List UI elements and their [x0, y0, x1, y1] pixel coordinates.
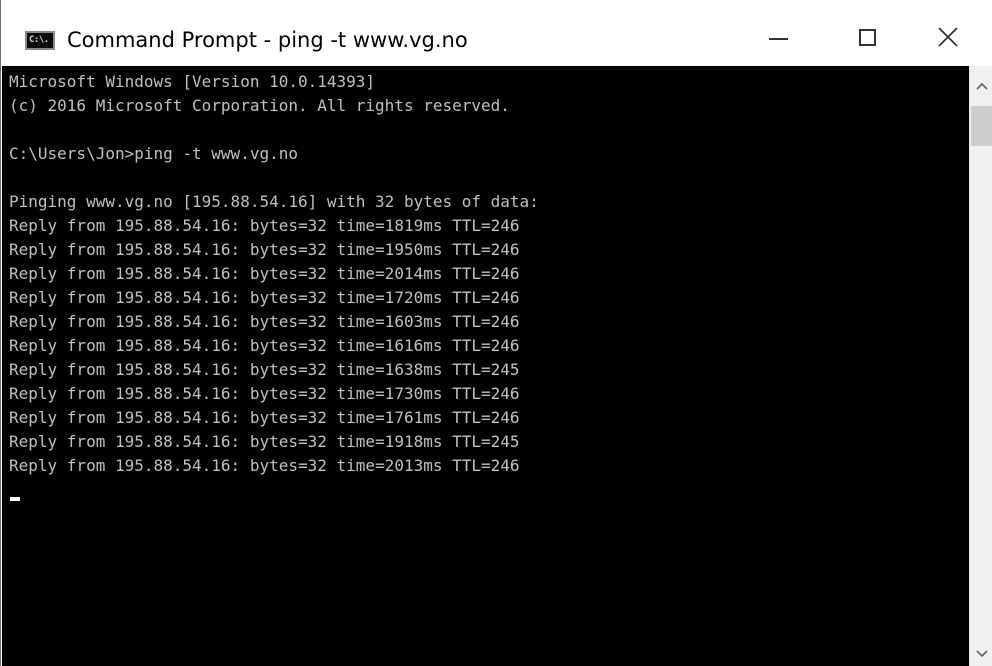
console-line: Reply from 195.88.54.16: bytes=32 time=1… [9, 384, 520, 403]
minimize-button[interactable] [734, 0, 822, 74]
command-prompt-icon[interactable]: C:\. [25, 31, 55, 50]
vertical-scrollbar[interactable] [969, 66, 992, 666]
console-line: Reply from 195.88.54.16: bytes=32 time=1… [9, 432, 520, 451]
maximize-icon [858, 28, 876, 46]
console-line: Reply from 195.88.54.16: bytes=32 time=1… [9, 288, 520, 307]
console-line: C:\Users\Jon>ping -t www.vg.no [9, 144, 298, 163]
console-line: Reply from 195.88.54.16: bytes=32 time=2… [9, 456, 520, 475]
minimize-icon [768, 38, 788, 40]
close-icon [938, 27, 958, 47]
console-line: Microsoft Windows [Version 10.0.14393] [9, 72, 376, 91]
console-line: Pinging www.vg.no [195.88.54.16] with 32… [9, 192, 539, 211]
title-bar[interactable]: C:\. Command Prompt - ping -t www.vg.no [1, 0, 992, 74]
app-icon-label: C:\. [29, 35, 49, 45]
console-line: (c) 2016 Microsoft Corporation. All righ… [9, 96, 510, 115]
text-cursor [10, 497, 20, 501]
scroll-up-button[interactable] [970, 66, 992, 106]
console-line: Reply from 195.88.54.16: bytes=32 time=1… [9, 360, 520, 379]
window-title: Command Prompt - ping -t www.vg.no [67, 28, 468, 52]
close-button[interactable] [904, 0, 992, 74]
console-line: Reply from 195.88.54.16: bytes=32 time=1… [9, 216, 520, 235]
console-line: Reply from 195.88.54.16: bytes=32 time=1… [9, 408, 520, 427]
console-text: Microsoft Windows [Version 10.0.14393] (… [9, 70, 539, 478]
chevron-up-icon [975, 82, 988, 90]
scroll-down-button[interactable] [970, 642, 992, 666]
scrollbar-thumb[interactable] [971, 106, 992, 146]
maximize-button[interactable] [823, 0, 911, 74]
console-line: Reply from 195.88.54.16: bytes=32 time=1… [9, 336, 520, 355]
console-line: Reply from 195.88.54.16: bytes=32 time=1… [9, 240, 520, 259]
console-line: Reply from 195.88.54.16: bytes=32 time=1… [9, 312, 520, 331]
console-line: Reply from 195.88.54.16: bytes=32 time=2… [9, 264, 520, 283]
console-output-area[interactable]: Microsoft Windows [Version 10.0.14393] (… [2, 66, 969, 666]
command-prompt-window: C:\. Command Prompt - ping -t www.vg.no … [0, 0, 992, 666]
chevron-down-icon [975, 650, 988, 658]
